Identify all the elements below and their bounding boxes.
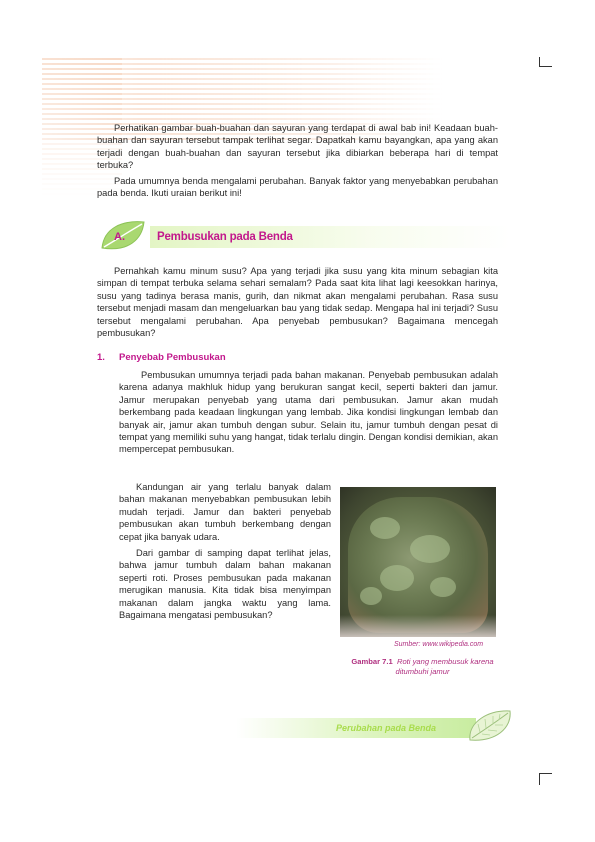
- figure-source: Sumber: www.wikipedia.com: [394, 641, 484, 648]
- subsection-number: 1.: [97, 352, 105, 363]
- section-text: Pernahkah kamu minum susu? Apa yang terj…: [97, 265, 498, 339]
- crop-mark-top: [539, 57, 552, 67]
- section-title: Pembusukan pada Benda: [157, 231, 293, 243]
- subsection-paragraph-2: Kandungan air yang terlalu banyak dalam …: [119, 482, 331, 542]
- crop-mark-bottom: [539, 773, 552, 785]
- figure-caption-text: Roti yang membusuk karena ditumbuhi jamu…: [395, 657, 494, 676]
- subsection-paragraph-3: Dari gambar di samping dapat terlihat je…: [119, 548, 331, 621]
- figure-label: Gambar 7.1: [351, 657, 393, 666]
- bread-slice: [348, 497, 488, 633]
- section-paragraph-1: Pernahkah kamu minum susu? Apa yang terj…: [97, 266, 498, 339]
- subsection-paragraph-1: Pembusukan umumnya terjadi pada bahan ma…: [119, 370, 498, 455]
- section-letter: A.: [114, 231, 125, 243]
- subsection-heading: 1. Penyebab Pembusukan: [97, 352, 226, 363]
- footer-leaf-icon: [466, 708, 514, 744]
- figure-caption: Gambar 7.1 Roti yang membusuk karena dit…: [345, 657, 500, 677]
- footer-chapter-title: Perubahan pada Benda: [336, 723, 437, 733]
- subsection-text: Pembusukan umumnya terjadi pada bahan ma…: [119, 369, 498, 456]
- subsection-title: Penyebab Pembusukan: [119, 352, 226, 363]
- plate: [340, 615, 496, 637]
- intro-paragraph-2: Pada umumnya benda mengalami perubahan. …: [97, 175, 498, 199]
- intro-text: Perhatikan gambar buah-buahan dan sayura…: [97, 122, 498, 199]
- subsection-text-column: Kandungan air yang terlalu banyak dalam …: [119, 481, 331, 621]
- moldy-bread-photo: [340, 487, 496, 637]
- intro-paragraph-1: Perhatikan gambar buah-buahan dan sayura…: [97, 123, 498, 171]
